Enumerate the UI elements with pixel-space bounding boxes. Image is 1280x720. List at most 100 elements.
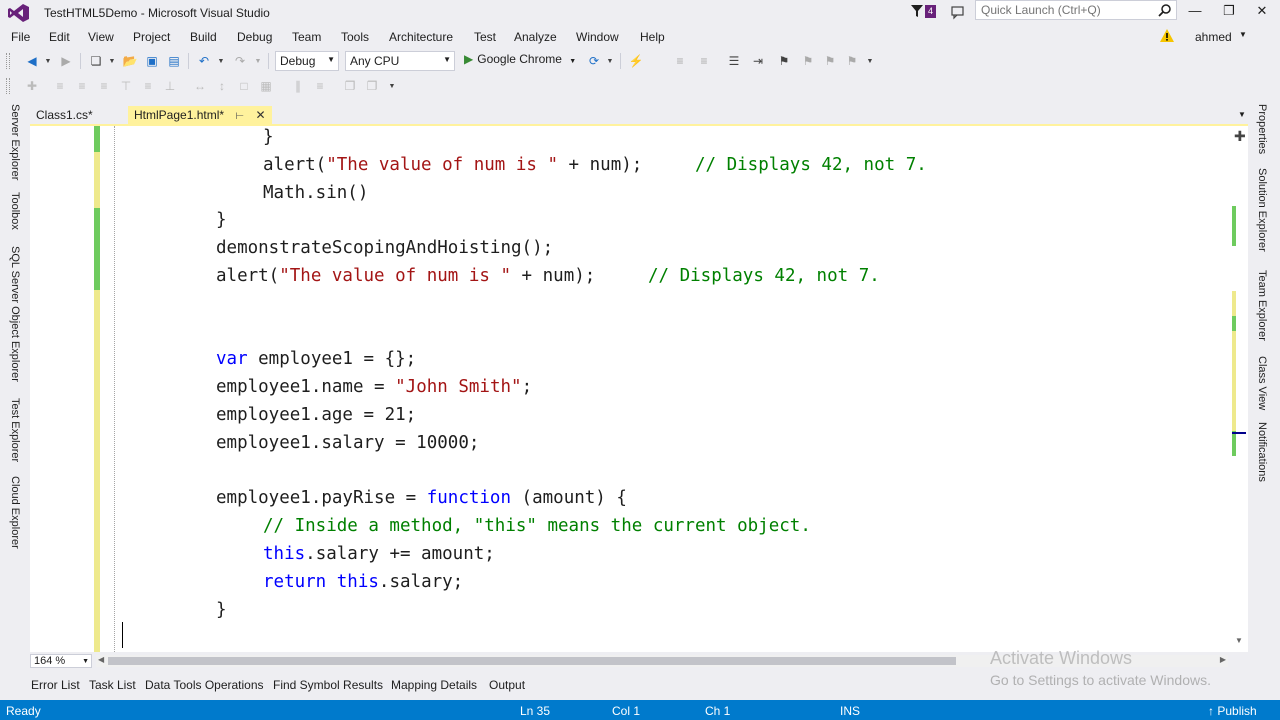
solution-explorer-tab[interactable]: Solution Explorer — [1256, 168, 1268, 252]
horizontal-spacing-icon[interactable]: ∥ — [290, 78, 306, 94]
code-line[interactable]: employee1.name = "John Smith"; — [216, 374, 532, 400]
code-line[interactable]: } — [263, 126, 274, 150]
menu-debug[interactable]: Debug — [237, 30, 272, 44]
format-document-icon[interactable]: ☰ — [726, 53, 742, 69]
solution-configuration-select[interactable]: Debug ▼ — [275, 51, 339, 71]
menu-architecture[interactable]: Architecture — [389, 30, 453, 44]
user-account-name[interactable]: ahmed — [1195, 30, 1232, 44]
menu-edit[interactable]: Edit — [49, 30, 70, 44]
indent-icon[interactable]: ⇥ — [750, 53, 766, 69]
notifications-tab[interactable]: Notifications — [1256, 422, 1268, 482]
tab-find-symbol-results[interactable]: Find Symbol Results — [273, 678, 383, 692]
code-line[interactable]: } — [216, 207, 227, 233]
uncomment-lines-icon[interactable]: ≡ — [696, 53, 712, 69]
code-line[interactable]: alert("The value of num is " + num); // … — [216, 263, 880, 289]
comment-lines-icon[interactable]: ≡ — [672, 53, 688, 69]
code-line[interactable]: employee1.payRise = function (amount) { — [216, 485, 627, 511]
vertical-spacing-icon[interactable]: ≡ — [312, 78, 328, 94]
chevron-down-icon[interactable]: ▼ — [250, 53, 266, 69]
tab-class1-cs[interactable]: Class1.cs* — [30, 106, 99, 126]
menu-test[interactable]: Test — [474, 30, 496, 44]
scroll-right-icon[interactable]: ▶ — [1220, 655, 1226, 664]
menu-tools[interactable]: Tools — [341, 30, 369, 44]
forward-icon[interactable]: ▶ — [58, 53, 74, 69]
close-button[interactable]: ✕ — [1247, 2, 1277, 22]
restore-button[interactable]: ❐ — [1214, 2, 1244, 22]
chevron-down-icon[interactable]: ▼ — [40, 53, 56, 69]
scroll-left-icon[interactable]: ◀ — [98, 655, 104, 664]
menu-view[interactable]: View — [88, 30, 114, 44]
publish-button[interactable]: ↑ Publish — [1208, 704, 1257, 718]
toolbar-options-icon[interactable]: ▼ — [384, 78, 400, 94]
menu-build[interactable]: Build — [190, 30, 217, 44]
tab-data-tools-operations[interactable]: Data Tools Operations — [145, 678, 264, 692]
code-line[interactable]: Math.sin() — [263, 180, 368, 206]
start-debugging-button[interactable]: ▶ Google Chrome ▼ — [464, 52, 576, 70]
warning-icon[interactable] — [1160, 29, 1174, 42]
tab-overflow-chevron-down-icon[interactable]: ▼ — [1238, 110, 1246, 119]
new-project-icon[interactable]: ❏ — [88, 53, 104, 69]
align-top-icon[interactable]: ⊤ — [118, 78, 134, 94]
bookmark-icon[interactable]: ⚑ — [776, 53, 792, 69]
menu-help[interactable]: Help — [640, 30, 665, 44]
send-to-back-icon[interactable]: ❐ — [364, 78, 380, 94]
filter-icon[interactable] — [910, 4, 924, 18]
menu-file[interactable]: File — [11, 30, 30, 44]
code-line[interactable]: alert("The value of num is " + num); // … — [263, 152, 927, 178]
tab-task-list[interactable]: Task List — [89, 678, 136, 692]
tab-htmlpage1-html[interactable]: HtmlPage1.html* ⊢ ✕ — [128, 106, 272, 126]
clear-bookmarks-icon[interactable]: ⚑ — [844, 53, 860, 69]
undo-icon[interactable]: ↶ — [196, 53, 212, 69]
code-line[interactable]: this.salary += amount; — [263, 541, 495, 567]
menu-window[interactable]: Window — [576, 30, 619, 44]
bring-to-front-icon[interactable]: ❐ — [342, 78, 358, 94]
open-folder-icon[interactable]: 📂 — [122, 53, 138, 69]
code-line[interactable]: // Inside a method, "this" means the cur… — [263, 513, 811, 539]
sql-server-object-explorer-tab[interactable]: SQL Server Object Explorer — [9, 246, 21, 382]
solution-platform-select[interactable]: Any CPU ▼ — [345, 51, 455, 71]
chevron-down-icon[interactable]: ▼ — [213, 53, 229, 69]
same-size-icon[interactable]: □ — [236, 78, 252, 94]
code-line[interactable]: employee1.age = 21; — [216, 402, 416, 428]
move-icon[interactable]: ✚ — [24, 78, 40, 94]
menu-team[interactable]: Team — [292, 30, 321, 44]
next-bookmark-icon[interactable]: ⚑ — [822, 53, 838, 69]
vertical-scrollbar[interactable]: ▼ — [1230, 126, 1248, 652]
code-line[interactable]: return this.salary; — [263, 569, 463, 595]
code-editor[interactable]: } alert("The value of num is " + num); //… — [30, 126, 1248, 652]
menu-project[interactable]: Project — [133, 30, 170, 44]
tab-output[interactable]: Output — [489, 678, 525, 692]
close-icon[interactable]: ✕ — [255, 108, 265, 122]
browser-link-icon[interactable]: ⚡ — [628, 53, 644, 69]
code-line[interactable]: employee1.salary = 10000; — [216, 430, 479, 456]
test-explorer-tab[interactable]: Test Explorer — [9, 398, 21, 462]
align-right-icon[interactable]: ≡ — [96, 78, 112, 94]
menu-analyze[interactable]: Analyze — [514, 30, 557, 44]
tab-error-list[interactable]: Error List — [31, 678, 80, 692]
previous-bookmark-icon[interactable]: ⚑ — [800, 53, 816, 69]
quick-launch-input[interactable] — [976, 1, 1156, 19]
refresh-icon[interactable]: ⟳ — [586, 53, 602, 69]
scroll-down-chevron-down-icon[interactable]: ▼ — [1235, 636, 1243, 645]
server-explorer-tab[interactable]: Server Explorer — [9, 104, 21, 180]
quick-launch-box[interactable] — [975, 0, 1177, 20]
align-middle-icon[interactable]: ≡ — [140, 78, 156, 94]
feedback-icon[interactable] — [950, 4, 966, 20]
chevron-down-icon[interactable]: ▼ — [569, 58, 576, 65]
size-to-grid-icon[interactable]: ▦ — [258, 78, 274, 94]
cloud-explorer-tab[interactable]: Cloud Explorer — [9, 476, 21, 549]
code-line[interactable]: } — [216, 597, 227, 623]
chevron-down-icon[interactable]: ▼ — [1239, 30, 1247, 39]
align-left-icon[interactable]: ≡ — [52, 78, 68, 94]
toolbar-grip[interactable] — [6, 78, 10, 94]
toolbox-tab[interactable]: Toolbox — [9, 192, 21, 230]
tab-mapping-details[interactable]: Mapping Details — [391, 678, 477, 692]
back-icon[interactable]: ◀ — [24, 53, 40, 69]
zoom-level-select[interactable]: 164 % ▼ — [30, 654, 92, 668]
horizontal-scroll-thumb[interactable] — [108, 657, 956, 665]
chevron-down-icon[interactable]: ▼ — [602, 53, 618, 69]
notification-count-badge[interactable]: 4 — [925, 5, 937, 18]
team-explorer-tab[interactable]: Team Explorer — [1256, 270, 1268, 341]
toolbar-options-icon[interactable]: ▼ — [862, 53, 878, 69]
align-center-icon[interactable]: ≡ — [74, 78, 90, 94]
